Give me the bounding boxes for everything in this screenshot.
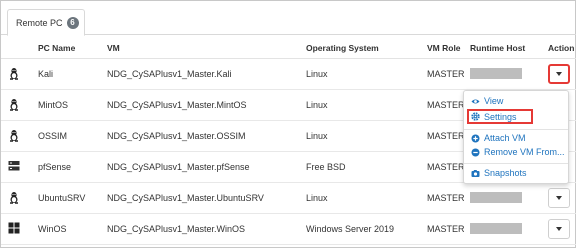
operating-system: Linux <box>306 69 328 79</box>
caret-down-icon <box>556 227 562 231</box>
header-runtime-host[interactable]: Runtime Host <box>470 43 525 53</box>
vm-name: NDG_CySAPlusv1_Master.Kali <box>107 69 232 79</box>
menu-item-remove-vm[interactable]: Remove VM From... <box>471 147 565 157</box>
pc-name: OSSIM <box>38 131 68 141</box>
action-dropdown-button[interactable] <box>548 188 570 208</box>
vm-name: NDG_CySAPlusv1_Master.WinOS <box>107 224 246 234</box>
menu-item-label: Attach VM <box>484 133 526 143</box>
menu-divider <box>464 163 568 164</box>
menu-item-label: View <box>484 96 504 106</box>
table-header: PC Name VM Operating System VM Role Runt… <box>1 37 576 59</box>
eye-icon <box>471 97 480 106</box>
camera-icon <box>471 169 480 178</box>
menu-item-snapshots[interactable]: Snapshots <box>471 168 527 178</box>
plus-circle-icon <box>471 134 480 143</box>
linux-icon <box>8 191 20 204</box>
count-badge: 6 <box>66 16 79 29</box>
vm-role: MASTER <box>427 224 465 234</box>
operating-system: Free BSD <box>306 162 346 172</box>
action-dropdown-button[interactable] <box>548 219 570 239</box>
caret-down-icon <box>556 196 562 200</box>
runtime-host-redacted <box>470 223 522 234</box>
minus-circle-icon <box>471 148 480 157</box>
table-row: UbuntuSRV NDG_CySAPlusv1_Master.UbuntuSR… <box>1 183 576 214</box>
linux-icon <box>8 129 20 142</box>
runtime-host-redacted <box>470 68 522 79</box>
menu-item-label: Remove VM From... <box>484 147 565 157</box>
vm-name: NDG_CySAPlusv1_Master.UbuntuSRV <box>107 193 264 203</box>
vm-role: MASTER <box>427 162 465 172</box>
pc-name: MintOS <box>38 100 69 110</box>
operating-system: Linux <box>306 193 328 203</box>
windows-icon <box>8 222 20 234</box>
header-action: Action <box>548 43 575 53</box>
menu-item-label: Settings <box>484 111 517 122</box>
table-row: Kali NDG_CySAPlusv1_Master.Kali Linux MA… <box>1 59 576 90</box>
runtime-host-redacted <box>470 192 522 203</box>
gear-icon <box>471 112 480 121</box>
server-icon <box>8 160 20 172</box>
pc-name: Kali <box>38 69 54 79</box>
pc-name: UbuntuSRV <box>38 193 86 203</box>
menu-item-attach-vm[interactable]: Attach VM <box>471 133 526 143</box>
vm-role: MASTER <box>427 131 465 141</box>
remote-pc-panel: Remote PC 6 PC Name VM Operating System … <box>0 0 576 248</box>
action-menu: View Settings Attach VM Remove VM From..… <box>463 90 569 184</box>
vm-role: MASTER <box>427 100 465 110</box>
header-vm[interactable]: VM <box>107 43 120 53</box>
menu-divider <box>464 129 568 130</box>
pc-name: pfSense <box>38 162 72 172</box>
action-dropdown-button[interactable] <box>548 64 570 84</box>
pc-name: WinOS <box>38 224 67 234</box>
linux-icon <box>8 98 20 111</box>
operating-system: Linux <box>306 100 328 110</box>
tab-bar: Remote PC 6 <box>1 1 576 36</box>
operating-system: Windows Server 2019 <box>306 224 395 234</box>
tab-label: Remote PC <box>16 17 63 28</box>
vm-role: MASTER <box>427 69 465 79</box>
vm-name: NDG_CySAPlusv1_Master.OSSIM <box>107 131 246 141</box>
header-pc-name[interactable]: PC Name <box>38 43 75 53</box>
menu-item-label: Snapshots <box>484 168 527 178</box>
menu-item-view[interactable]: View <box>471 96 503 106</box>
vm-name: NDG_CySAPlusv1_Master.pfSense <box>107 162 250 172</box>
header-operating-system[interactable]: Operating System <box>306 43 379 53</box>
linux-icon <box>8 67 20 80</box>
operating-system: Linux <box>306 131 328 141</box>
caret-down-icon <box>556 72 562 76</box>
vm-role: MASTER <box>427 193 465 203</box>
header-vm-role[interactable]: VM Role <box>427 43 461 53</box>
table-row: WinOS NDG_CySAPlusv1_Master.WinOS Window… <box>1 214 576 245</box>
menu-item-settings[interactable]: Settings <box>467 109 533 124</box>
vm-name: NDG_CySAPlusv1_Master.MintOS <box>107 100 247 110</box>
tab-remote-pc[interactable]: Remote PC 6 <box>7 9 85 36</box>
